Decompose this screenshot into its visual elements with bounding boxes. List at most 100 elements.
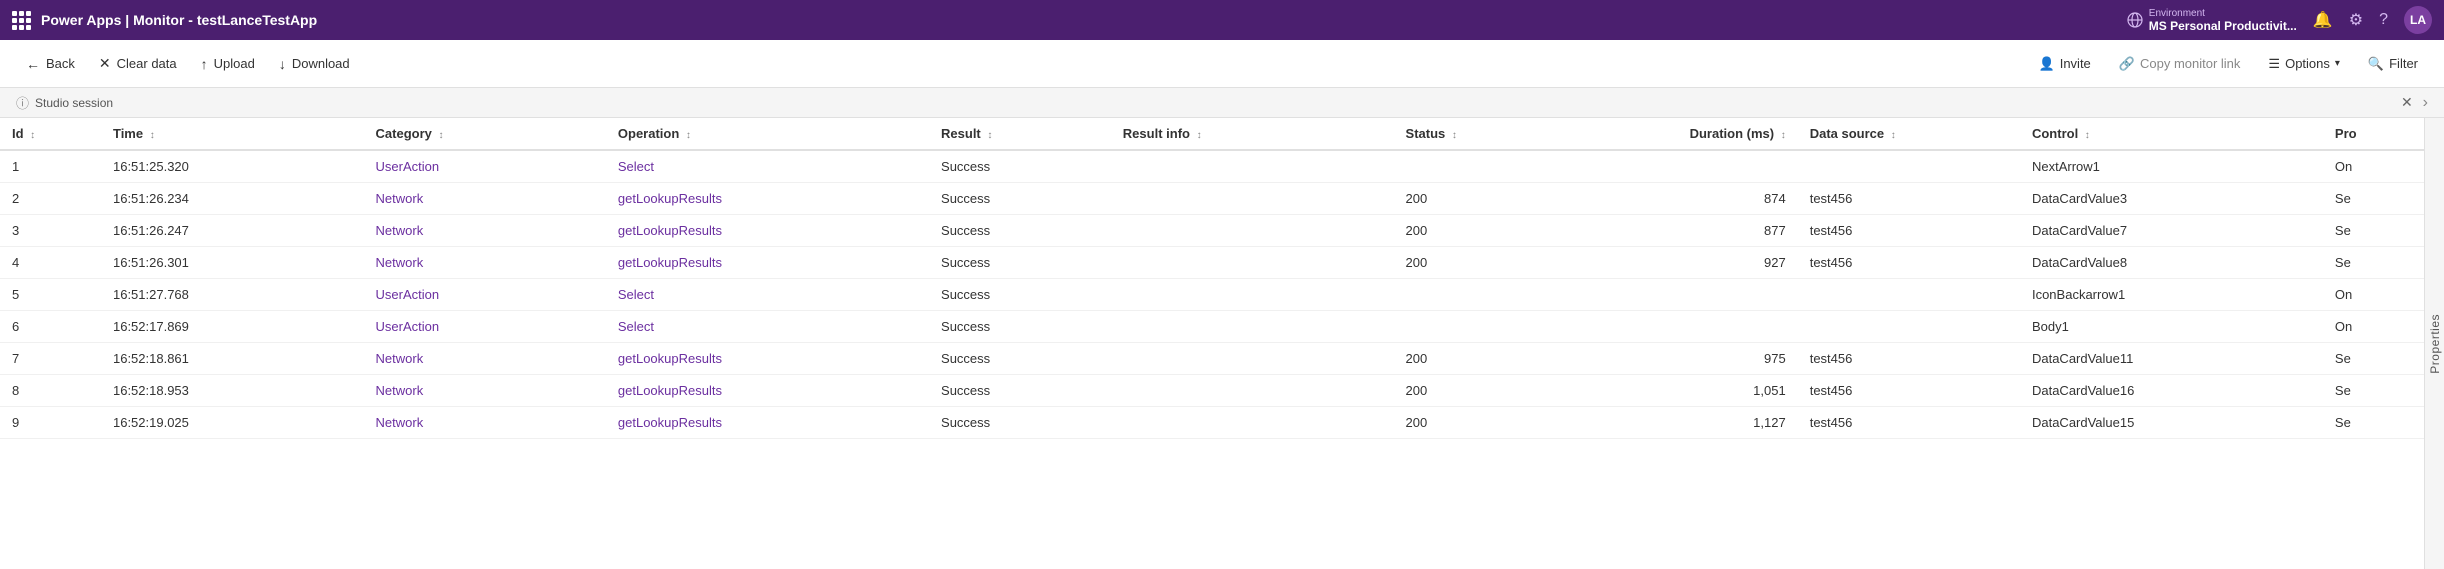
col-header-duration[interactable]: Duration (ms) ↕ xyxy=(1555,118,1798,150)
col-header-control[interactable]: Control ↕ xyxy=(2020,118,2323,150)
cell-category[interactable]: Network xyxy=(364,247,606,279)
cell-result-info xyxy=(1111,150,1394,183)
cell-result-info xyxy=(1111,375,1394,407)
settings-icon[interactable]: ⚙ xyxy=(2349,10,2363,30)
filter-button[interactable]: 🔍 Filter xyxy=(2358,51,2428,77)
cell-result: Success xyxy=(929,215,1111,247)
cell-id: 7 xyxy=(0,343,101,375)
col-header-status[interactable]: Status ↕ xyxy=(1394,118,1556,150)
cell-category[interactable]: Network xyxy=(364,183,606,215)
table-row[interactable]: 2 16:51:26.234 Network getLookupResults … xyxy=(0,183,2424,215)
cell-operation[interactable]: getLookupResults xyxy=(606,375,929,407)
info-icon: ⓘ xyxy=(16,93,29,112)
properties-panel[interactable]: Properties xyxy=(2424,118,2444,569)
cell-data-source: test456 xyxy=(1798,183,2020,215)
invite-button[interactable]: 👤 Invite xyxy=(2029,51,2101,77)
table-header: Id ↕ Time ↕ Category ↕ Operation ↕ Resul… xyxy=(0,118,2424,150)
cell-operation[interactable]: Select xyxy=(606,311,929,343)
cell-data-source: test456 xyxy=(1798,247,2020,279)
monitor-table: Id ↕ Time ↕ Category ↕ Operation ↕ Resul… xyxy=(0,118,2424,439)
cell-duration: 1,051 xyxy=(1555,375,1798,407)
clear-data-button[interactable]: ✕ Clear data xyxy=(89,49,187,78)
cell-result-info xyxy=(1111,247,1394,279)
cell-data-source xyxy=(1798,311,2020,343)
col-header-result-info[interactable]: Result info ↕ xyxy=(1111,118,1394,150)
main-content: Id ↕ Time ↕ Category ↕ Operation ↕ Resul… xyxy=(0,118,2444,569)
col-header-result[interactable]: Result ↕ xyxy=(929,118,1111,150)
cell-operation[interactable]: getLookupResults xyxy=(606,215,929,247)
avatar[interactable]: LA xyxy=(2404,6,2432,34)
help-icon[interactable]: ? xyxy=(2379,11,2388,29)
table-row[interactable]: 9 16:52:19.025 Network getLookupResults … xyxy=(0,407,2424,439)
download-button[interactable]: ↓ Download xyxy=(269,50,360,78)
cell-result: Success xyxy=(929,150,1111,183)
cell-time: 16:52:19.025 xyxy=(101,407,364,439)
cell-data-source xyxy=(1798,150,2020,183)
cell-time: 16:51:26.234 xyxy=(101,183,364,215)
cell-control: DataCardValue15 xyxy=(2020,407,2323,439)
session-label: Studio session xyxy=(35,96,113,110)
table-row[interactable]: 7 16:52:18.861 Network getLookupResults … xyxy=(0,343,2424,375)
session-close-button[interactable]: ✕ xyxy=(2401,94,2413,111)
panel-collapse-icon[interactable]: › xyxy=(2423,94,2428,112)
col-header-data-source[interactable]: Data source ↕ xyxy=(1798,118,2020,150)
cell-control: IconBackarrow1 xyxy=(2020,279,2323,311)
cell-category[interactable]: Network xyxy=(364,375,606,407)
cell-category[interactable]: UserAction xyxy=(364,311,606,343)
col-header-operation[interactable]: Operation ↕ xyxy=(606,118,929,150)
cell-control: DataCardValue7 xyxy=(2020,215,2323,247)
cell-result: Success xyxy=(929,311,1111,343)
cell-operation[interactable]: Select xyxy=(606,150,929,183)
cell-pro: On xyxy=(2323,150,2424,183)
cell-operation[interactable]: getLookupResults xyxy=(606,407,929,439)
cell-operation[interactable]: Select xyxy=(606,279,929,311)
environment-label: Environment xyxy=(2149,8,2297,19)
notification-icon[interactable]: 🔔 xyxy=(2313,10,2333,30)
table-row[interactable]: 4 16:51:26.301 Network getLookupResults … xyxy=(0,247,2424,279)
cell-operation[interactable]: getLookupResults xyxy=(606,247,929,279)
session-bar: ⓘ Studio session ✕ › xyxy=(0,88,2444,118)
cell-category[interactable]: Network xyxy=(364,407,606,439)
cell-duration: 1,127 xyxy=(1555,407,1798,439)
cell-category[interactable]: UserAction xyxy=(364,279,606,311)
copy-link-icon: 🔗 xyxy=(2119,56,2135,72)
cell-time: 16:51:26.247 xyxy=(101,215,364,247)
options-button[interactable]: ☰ Options ▾ xyxy=(2258,51,2350,77)
upload-button[interactable]: ↑ Upload xyxy=(191,50,265,78)
cell-category[interactable]: Network xyxy=(364,215,606,247)
col-header-time[interactable]: Time ↕ xyxy=(101,118,364,150)
table-row[interactable]: 5 16:51:27.768 UserAction Select Success… xyxy=(0,279,2424,311)
cell-status: 200 xyxy=(1394,183,1556,215)
col-header-category[interactable]: Category ↕ xyxy=(364,118,606,150)
cell-operation[interactable]: getLookupResults xyxy=(606,343,929,375)
invite-icon: 👤 xyxy=(2039,56,2055,72)
cell-result-info xyxy=(1111,183,1394,215)
col-header-pro[interactable]: Pro xyxy=(2323,118,2424,150)
cell-time: 16:51:27.768 xyxy=(101,279,364,311)
cell-control: DataCardValue16 xyxy=(2020,375,2323,407)
cell-category[interactable]: Network xyxy=(364,343,606,375)
cell-status: 200 xyxy=(1394,407,1556,439)
app-grid-icon[interactable] xyxy=(12,11,31,30)
cell-pro: On xyxy=(2323,311,2424,343)
table-row[interactable]: 8 16:52:18.953 Network getLookupResults … xyxy=(0,375,2424,407)
cell-pro: Se xyxy=(2323,375,2424,407)
cell-pro: On xyxy=(2323,279,2424,311)
back-button[interactable]: ← Back xyxy=(16,50,85,78)
table-row[interactable]: 3 16:51:26.247 Network getLookupResults … xyxy=(0,215,2424,247)
cell-duration: 975 xyxy=(1555,343,1798,375)
table-row[interactable]: 6 16:52:17.869 UserAction Select Success… xyxy=(0,311,2424,343)
cell-status xyxy=(1394,279,1556,311)
cell-category[interactable]: UserAction xyxy=(364,150,606,183)
cell-data-source: test456 xyxy=(1798,343,2020,375)
cell-pro: Se xyxy=(2323,183,2424,215)
cell-operation[interactable]: getLookupResults xyxy=(606,183,929,215)
table-row[interactable]: 1 16:51:25.320 UserAction Select Success… xyxy=(0,150,2424,183)
cell-pro: Se xyxy=(2323,407,2424,439)
environment-block: Environment MS Personal Productivit... xyxy=(2127,8,2297,33)
cell-pro: Se xyxy=(2323,247,2424,279)
cell-time: 16:52:18.861 xyxy=(101,343,364,375)
col-header-id[interactable]: Id ↕ xyxy=(0,118,101,150)
cell-control: NextArrow1 xyxy=(2020,150,2323,183)
copy-monitor-link-button[interactable]: 🔗 Copy monitor link xyxy=(2109,51,2251,77)
